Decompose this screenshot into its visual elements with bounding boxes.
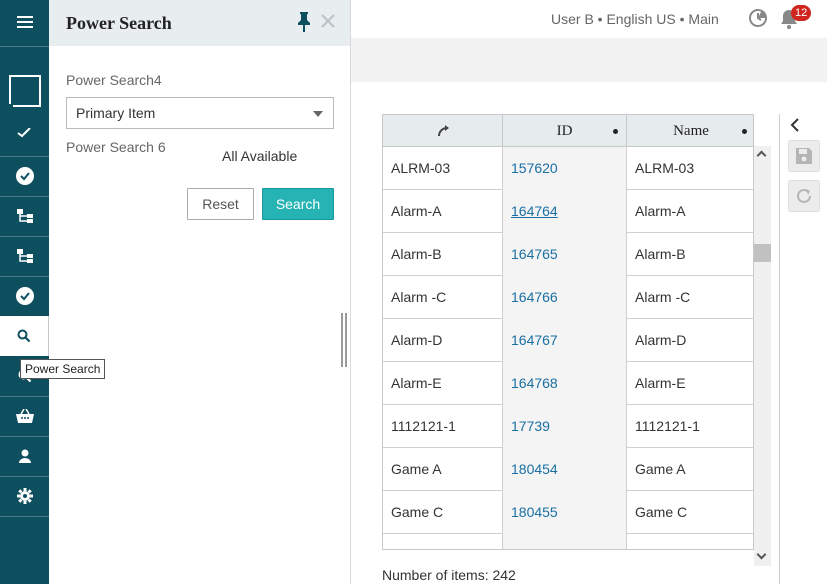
item-count: Number of items: 242 xyxy=(382,567,516,583)
column-menu-icon[interactable] xyxy=(742,129,747,134)
table-row[interactable]: Alarm -C 164766 Alarm -C xyxy=(383,276,753,319)
results-grid: ID Name ALRM-03 157620 ALRM-03 Alarm-A 1… xyxy=(382,114,754,550)
primary-item-select[interactable]: Primary Item xyxy=(66,97,334,129)
search-button[interactable]: Search xyxy=(262,188,334,220)
check-small-icon[interactable] xyxy=(0,122,49,144)
id-link[interactable]: 180455 xyxy=(503,491,627,534)
id-link[interactable]: 164767 xyxy=(503,319,627,362)
table-row[interactable] xyxy=(383,534,753,549)
table-row[interactable]: Alarm-B 164765 Alarm-B xyxy=(383,233,753,276)
hierarchy-icon-2[interactable] xyxy=(0,236,49,276)
table-row[interactable]: Alarm-A 164764 Alarm-A xyxy=(383,190,753,233)
history-icon[interactable] xyxy=(748,8,768,33)
table-row[interactable]: Alarm-E 164768 Alarm-E xyxy=(383,362,753,405)
app-logo[interactable] xyxy=(0,70,49,112)
id-link[interactable]: 164764 xyxy=(503,190,627,233)
id-link[interactable]: 17739 xyxy=(503,405,627,448)
close-icon[interactable] xyxy=(320,13,336,34)
pin-icon[interactable] xyxy=(297,12,311,37)
id-link[interactable] xyxy=(503,534,627,549)
refresh-button[interactable] xyxy=(788,180,820,212)
id-link[interactable]: 164765 xyxy=(503,233,627,276)
select-value: Primary Item xyxy=(76,105,156,121)
check-circle-icon-2[interactable] xyxy=(0,276,49,316)
link-icon xyxy=(438,125,449,137)
scroll-thumb[interactable] xyxy=(754,244,771,262)
basket-icon[interactable] xyxy=(0,396,49,436)
panel-title: Power Search xyxy=(66,13,172,33)
menu-icon[interactable] xyxy=(0,2,49,42)
check-circle-icon[interactable] xyxy=(0,156,49,196)
table-row[interactable]: Alarm-D 164767 Alarm-D xyxy=(383,319,753,362)
column-header-id[interactable]: ID xyxy=(503,115,627,147)
table-row[interactable]: ALRM-03 157620 ALRM-03 xyxy=(383,147,753,190)
table-row[interactable]: Game A 180454 Game A xyxy=(383,448,753,491)
power-search-panel: Power Search Power Search4 Primary Item … xyxy=(49,0,351,584)
all-available-value[interactable]: All Available xyxy=(222,148,297,164)
power-search-tooltip: Power Search xyxy=(20,359,106,379)
grid-header: ID Name xyxy=(383,115,753,147)
field-label-power-search4: Power Search4 xyxy=(66,72,162,88)
table-row[interactable]: 1112121-1 17739 1112121-1 xyxy=(383,405,753,448)
id-link[interactable]: 180454 xyxy=(503,448,627,491)
column-header-link[interactable] xyxy=(383,115,503,147)
left-nav-rail xyxy=(0,0,49,584)
side-toolbar xyxy=(779,114,827,584)
user-icon[interactable] xyxy=(0,436,49,476)
save-icon xyxy=(796,148,812,164)
gear-icon[interactable] xyxy=(0,476,49,516)
field-label-power-search6: Power Search 6 xyxy=(66,139,166,155)
power-search-nav-button[interactable] xyxy=(0,316,49,356)
column-header-name[interactable]: Name xyxy=(627,115,753,147)
chevron-down-icon xyxy=(313,111,323,117)
grid-scrollbar[interactable] xyxy=(754,146,771,566)
hierarchy-icon[interactable] xyxy=(0,196,49,236)
scroll-down-icon[interactable] xyxy=(756,549,767,560)
toolbar-strip xyxy=(351,38,827,82)
id-link[interactable]: 164768 xyxy=(503,362,627,405)
panel-resize-handle[interactable] xyxy=(341,313,347,367)
chevron-left-icon[interactable] xyxy=(790,118,800,137)
user-context[interactable]: User B • English US • Main xyxy=(551,11,719,27)
column-menu-icon[interactable] xyxy=(613,129,618,134)
id-link[interactable]: 157620 xyxy=(503,147,627,190)
scroll-up-icon[interactable] xyxy=(756,150,767,161)
save-button[interactable] xyxy=(788,140,820,172)
table-row[interactable]: Game C 180455 Game C xyxy=(383,491,753,534)
search-icon xyxy=(17,329,31,343)
top-bar: User B • English US • Main 12 xyxy=(351,0,827,38)
panel-header: Power Search xyxy=(49,0,350,46)
notification-badge: 12 xyxy=(791,5,812,21)
id-link[interactable]: 164766 xyxy=(503,276,627,319)
reset-button[interactable]: Reset xyxy=(187,188,254,220)
refresh-icon xyxy=(797,188,811,203)
